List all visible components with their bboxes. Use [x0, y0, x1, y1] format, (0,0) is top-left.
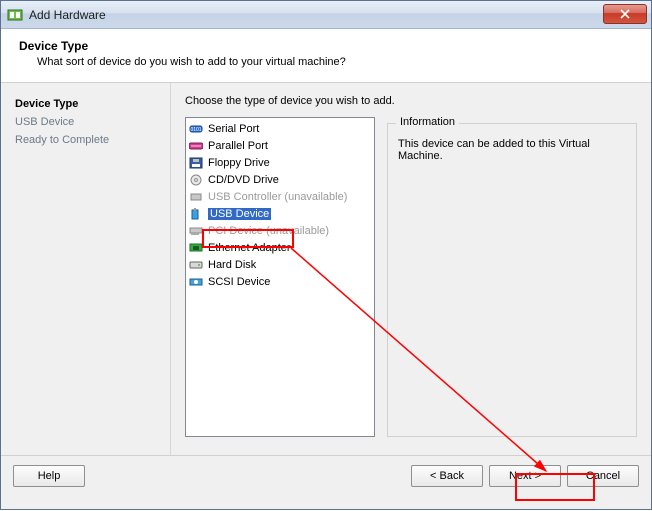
- usb-controller-icon: [188, 190, 204, 204]
- help-button[interactable]: Help: [13, 465, 85, 487]
- usb-device-icon: [188, 207, 204, 221]
- parallel-port-icon: [188, 139, 204, 153]
- cancel-button[interactable]: Cancel: [567, 465, 639, 487]
- step-usb-device: USB Device: [15, 113, 162, 131]
- add-hardware-dialog: Add Hardware Device Type What sort of de…: [0, 0, 652, 510]
- instruction-text: Choose the type of device you wish to ad…: [185, 95, 637, 107]
- information-panel: Information This device can be added to …: [387, 123, 637, 437]
- serial-port-icon: 0101: [188, 122, 204, 136]
- svg-text:0101: 0101: [190, 127, 201, 133]
- app-icon: [7, 7, 23, 23]
- scsi-icon: [188, 275, 204, 289]
- step-list: Device Type USB Device Ready to Complete: [1, 83, 171, 455]
- device-floppy-drive[interactable]: Floppy Drive: [186, 154, 374, 171]
- device-usb-controller: USB Controller (unavailable): [186, 188, 374, 205]
- device-scsi-device[interactable]: SCSI Device: [186, 273, 374, 290]
- information-text: This device can be added to this Virtual…: [398, 138, 626, 162]
- window-title: Add Hardware: [29, 8, 106, 22]
- ethernet-icon: [188, 241, 204, 255]
- cd-icon: [188, 173, 204, 187]
- back-button[interactable]: < Back: [411, 465, 483, 487]
- device-pci-device: PCI Device (unavailable): [186, 222, 374, 239]
- close-button[interactable]: [603, 4, 647, 24]
- pci-icon: [188, 224, 204, 238]
- header-title: Device Type: [19, 39, 633, 53]
- step-ready-complete: Ready to Complete: [15, 131, 162, 149]
- button-bar: Help < Back Next > Cancel: [1, 455, 651, 495]
- device-list[interactable]: 0101 Serial Port Parallel Port Floppy Dr…: [185, 117, 375, 437]
- device-serial-port[interactable]: 0101 Serial Port: [186, 120, 374, 137]
- content-pane: Choose the type of device you wish to ad…: [171, 83, 651, 455]
- device-hard-disk[interactable]: Hard Disk: [186, 256, 374, 273]
- device-cd-dvd-drive[interactable]: CD/DVD Drive: [186, 171, 374, 188]
- floppy-icon: [188, 156, 204, 170]
- device-parallel-port[interactable]: Parallel Port: [186, 137, 374, 154]
- wizard-body: Device Type USB Device Ready to Complete…: [1, 83, 651, 455]
- hard-disk-icon: [188, 258, 204, 272]
- titlebar: Add Hardware: [1, 1, 651, 29]
- information-legend: Information: [396, 116, 459, 128]
- step-device-type[interactable]: Device Type: [15, 95, 162, 113]
- header-subtitle: What sort of device do you wish to add t…: [37, 56, 633, 68]
- device-usb-device[interactable]: USB Device: [186, 205, 374, 222]
- device-ethernet-adapter[interactable]: Ethernet Adapter: [186, 239, 374, 256]
- next-button[interactable]: Next >: [489, 465, 561, 487]
- wizard-header: Device Type What sort of device do you w…: [1, 29, 651, 83]
